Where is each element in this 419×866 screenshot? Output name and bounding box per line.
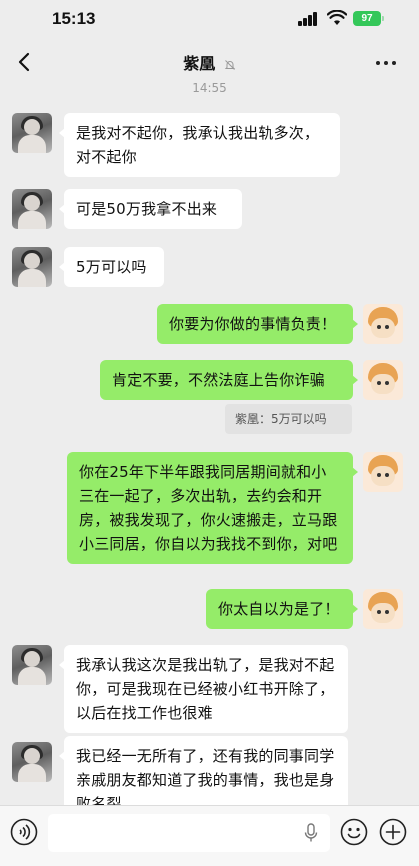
user-avatar[interactable]: [363, 360, 403, 400]
user-avatar[interactable]: [363, 589, 403, 629]
outgoing-message[interactable]: 肯定不要，不然法庭上告你诈骗: [100, 360, 358, 400]
chat-title: 紫凰: [183, 54, 216, 73]
incoming-message[interactable]: 我承认我这次是我出轨了，是我对不起你，可是我现在已经被小红书开除了，以后在找工作…: [59, 645, 348, 733]
contact-avatar[interactable]: [12, 113, 52, 153]
incoming-message[interactable]: 我已经一无所有了，还有我的同事同学亲戚朋友都知道了我的事情，我也是身败名裂: [59, 736, 348, 805]
bell-slash-icon: [224, 59, 236, 70]
signal-icon: [298, 12, 320, 26]
contact-avatar[interactable]: [12, 247, 52, 287]
quoted-message[interactable]: 紫凰：5万可以吗: [225, 404, 352, 434]
more-dots-icon[interactable]: [375, 52, 397, 72]
message-input[interactable]: [48, 814, 330, 852]
user-avatar[interactable]: [363, 304, 403, 344]
status-bar: 15:13 97: [0, 0, 419, 44]
chat-title-wrap[interactable]: 紫凰: [0, 50, 419, 74]
chat-header: 紫凰: [0, 44, 419, 80]
wifi-icon: [327, 10, 347, 25]
timestamp: 14:55: [192, 81, 227, 95]
user-avatar[interactable]: [363, 452, 403, 492]
incoming-message[interactable]: 可是50万我拿不出来: [59, 189, 242, 229]
outgoing-message[interactable]: 你在25年下半年跟我同居期间就和小三在一起了，多次出轨，去约会和开房，被我发现了…: [67, 452, 358, 564]
microphone-icon[interactable]: [303, 823, 319, 843]
incoming-message[interactable]: 是我对不起你，我承认我出轨多次，对不起你: [59, 113, 340, 177]
contact-avatar[interactable]: [12, 189, 52, 229]
contact-avatar[interactable]: [12, 645, 52, 685]
incoming-message[interactable]: 5万可以吗: [59, 247, 164, 287]
battery-icon: 97: [353, 11, 384, 26]
battery-level: 97: [361, 13, 373, 24]
outgoing-message[interactable]: 你太自以为是了！: [206, 589, 358, 629]
input-bar: [0, 805, 419, 866]
plus-icon[interactable]: [379, 818, 407, 846]
contact-avatar[interactable]: [12, 742, 52, 782]
emoji-icon[interactable]: [340, 818, 368, 846]
voice-icon[interactable]: [10, 818, 38, 846]
chat-messages[interactable]: 14:55 是我对不起你，我承认我出轨多次，对不起你 可是50万我拿不出来 5万…: [0, 80, 419, 805]
outgoing-message[interactable]: 你要为你做的事情负责！: [157, 304, 358, 344]
status-time: 15:13: [52, 9, 96, 28]
